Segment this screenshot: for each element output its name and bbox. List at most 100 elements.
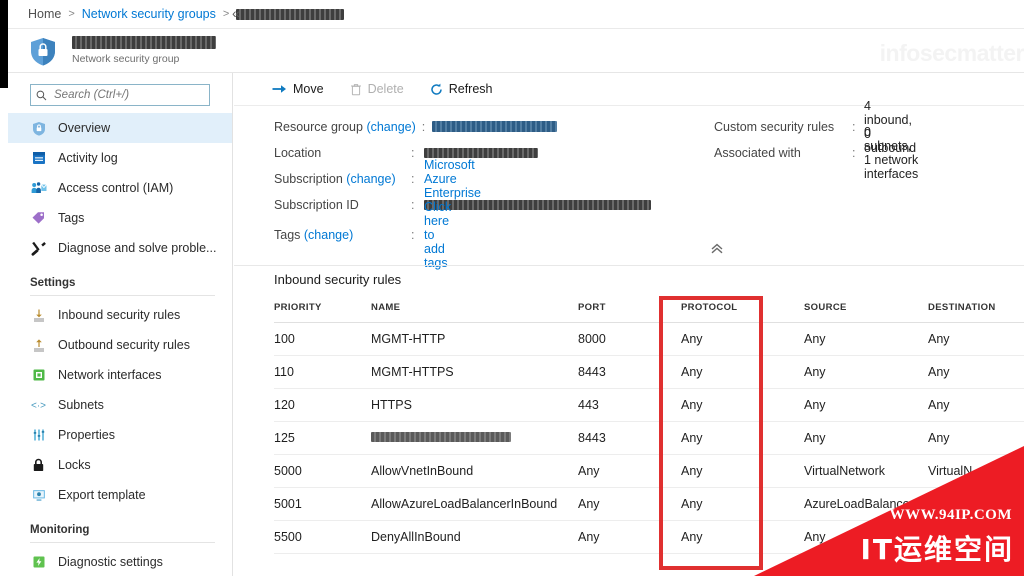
collapse-sidebar-chevron-icon[interactable]: « bbox=[232, 6, 240, 20]
breadcrumb-separator-2: > bbox=[222, 8, 230, 20]
sidebar-item-subnets[interactable]: <·> Subnets bbox=[8, 390, 232, 420]
cell-port: 443 bbox=[578, 388, 681, 422]
property-colon: : bbox=[852, 119, 856, 134]
table-row[interactable]: 110 MGMT-HTTPS 8443 Any Any Any bbox=[274, 355, 1024, 389]
sidebar-section-divider bbox=[30, 295, 215, 296]
property-colon: : bbox=[411, 227, 415, 242]
sidebar-item-network-interfaces[interactable]: Network interfaces bbox=[8, 360, 232, 390]
breadcrumb-separator-1: > bbox=[68, 8, 75, 20]
cell-name: AllowVnetInBound bbox=[371, 454, 578, 488]
sidebar-section-divider bbox=[30, 542, 215, 543]
sidebar-item-locks[interactable]: Locks bbox=[8, 450, 232, 480]
sidebar-section-monitoring-heading: Monitoring bbox=[30, 524, 90, 536]
cell-destination: Any bbox=[928, 388, 1024, 422]
inbound-security-rules-table: PRIORITY NAME PORT PROTOCOL SOURCE DESTI… bbox=[274, 298, 1024, 554]
sidebar-section-settings-heading: Settings bbox=[30, 277, 76, 289]
property-label: Custom security rules bbox=[714, 119, 835, 134]
sidebar-item-properties[interactable]: Properties bbox=[8, 420, 232, 450]
property-custom-security-rules: Custom security rules : 4 inbound, 0 out… bbox=[714, 99, 916, 155]
change-link[interactable]: (change) bbox=[304, 228, 353, 242]
sidebar-item-access-control[interactable]: Access control (IAM) bbox=[8, 173, 232, 203]
property-value-add-tags[interactable]: Click here to add tags bbox=[424, 200, 451, 270]
cell-port: 8443 bbox=[578, 355, 681, 389]
column-header-name[interactable]: NAME bbox=[371, 298, 578, 323]
change-link[interactable]: (change) bbox=[346, 172, 395, 186]
sidebar-item-export-template[interactable]: Export template bbox=[8, 480, 232, 510]
column-header-port[interactable]: PORT bbox=[578, 298, 681, 323]
property-label: Tags (change) bbox=[274, 227, 354, 242]
cell-destination: VirtualN bbox=[928, 454, 1024, 488]
table-row[interactable]: 5000 AllowVnetInBound Any Any VirtualNet… bbox=[274, 454, 1024, 488]
cell-priority: 5000 bbox=[274, 454, 371, 488]
table-row[interactable]: 120 HTTPS 443 Any Any Any bbox=[274, 388, 1024, 422]
sidebar-item-label: Overview bbox=[58, 121, 111, 135]
search-box[interactable] bbox=[30, 84, 210, 106]
property-associated-with: Associated with : 0 subnets, 1 network i… bbox=[714, 125, 918, 181]
cell-name: AllowAzureLoadBalancerInBound bbox=[371, 487, 578, 521]
property-colon: : bbox=[411, 197, 415, 212]
breadcrumb-home[interactable]: Home bbox=[28, 7, 61, 21]
sidebar-nav-list: Overview Activity log Access control (IA… bbox=[8, 113, 232, 576]
inbound-arrow-icon bbox=[30, 307, 47, 324]
trash-icon bbox=[350, 83, 362, 96]
subnet-code-icon: <·> bbox=[30, 397, 47, 414]
property-label: Associated with bbox=[714, 145, 801, 160]
refresh-icon bbox=[430, 83, 443, 96]
cell-priority: 5001 bbox=[274, 487, 371, 521]
sidebar-item-tags[interactable]: Tags bbox=[8, 203, 232, 233]
property-subscription: Subscription (change) : Microsoft Azure … bbox=[274, 158, 481, 200]
shield-icon bbox=[30, 120, 47, 137]
cell-destination bbox=[928, 487, 1024, 521]
column-header-protocol[interactable]: PROTOCOL bbox=[681, 298, 804, 323]
sidebar-item-activity-log[interactable]: Activity log bbox=[8, 143, 232, 173]
sidebar-item-inbound-security-rules[interactable]: Inbound security rules bbox=[8, 300, 232, 330]
sidebar: Overview Activity log bbox=[8, 73, 233, 576]
sidebar-item-diagnostic-settings[interactable]: Diagnostic settings bbox=[8, 547, 232, 576]
move-button[interactable]: Move bbox=[272, 82, 324, 96]
breadcrumb-network-security-groups[interactable]: Network security groups bbox=[82, 7, 216, 21]
refresh-button[interactable]: Refresh bbox=[430, 82, 493, 96]
sidebar-item-label: Access control (IAM) bbox=[58, 181, 174, 195]
table-row[interactable]: 5001 AllowAzureLoadBalancerInBound Any A… bbox=[274, 487, 1024, 521]
sidebar-item-label: Export template bbox=[58, 488, 146, 502]
table-row[interactable]: 5500 DenyAllInBound Any Any Any bbox=[274, 520, 1024, 554]
delete-button-label: Delete bbox=[367, 82, 404, 96]
property-value-redacted bbox=[432, 121, 558, 132]
activity-log-icon bbox=[30, 150, 47, 167]
cell-source: Any bbox=[804, 388, 928, 422]
cell-source: Any bbox=[804, 355, 928, 389]
collapse-properties-chevron-icon[interactable] bbox=[710, 243, 724, 256]
cell-protocol: Any bbox=[681, 421, 804, 455]
column-header-source[interactable]: SOURCE bbox=[804, 298, 928, 323]
change-link[interactable]: (change) bbox=[366, 120, 415, 134]
sidebar-item-outbound-security-rules[interactable]: Outbound security rules bbox=[8, 330, 232, 360]
property-label: Subscription ID bbox=[274, 197, 359, 212]
sidebar-item-label: Diagnose and solve proble... bbox=[58, 241, 217, 255]
property-value-subscription[interactable]: Microsoft Azure Enterprise bbox=[424, 158, 481, 200]
cell-protocol: Any bbox=[681, 355, 804, 389]
cell-name: MGMT-HTTPS bbox=[371, 355, 578, 389]
sidebar-item-overview[interactable]: Overview bbox=[8, 113, 232, 143]
sidebar-item-label: Outbound security rules bbox=[58, 338, 191, 352]
outbound-arrow-icon bbox=[30, 337, 47, 354]
sidebar-item-label: Inbound security rules bbox=[58, 308, 181, 322]
column-header-destination[interactable]: DESTINATION bbox=[928, 298, 1024, 323]
delete-button[interactable]: Delete bbox=[350, 82, 404, 96]
cell-destination: Any bbox=[928, 322, 1024, 356]
cell-port: Any bbox=[578, 487, 681, 521]
cell-source: AzureLoadBalancer bbox=[804, 487, 928, 521]
diagnostic-settings-icon bbox=[30, 554, 47, 571]
table-row[interactable]: 100 MGMT-HTTP 8000 Any Any Any bbox=[274, 322, 1024, 356]
column-header-priority[interactable]: PRIORITY bbox=[274, 298, 371, 323]
resource-subtitle: Network security group bbox=[72, 53, 180, 65]
cell-source: Any bbox=[804, 322, 928, 356]
cell-destination: Any bbox=[928, 355, 1024, 389]
sidebar-item-diagnose-and-solve-problems[interactable]: Diagnose and solve proble... bbox=[8, 233, 232, 263]
watermark-infosecmatter: infosecmatter bbox=[879, 40, 1024, 66]
cell-source: VirtualNetwork bbox=[804, 454, 928, 488]
table-row[interactable]: 125 8443 Any Any Any bbox=[274, 421, 1024, 455]
search-input[interactable] bbox=[52, 88, 192, 102]
cell-protocol: Any bbox=[681, 322, 804, 356]
cell-protocol: Any bbox=[681, 520, 804, 554]
property-value-redacted bbox=[424, 147, 538, 158]
